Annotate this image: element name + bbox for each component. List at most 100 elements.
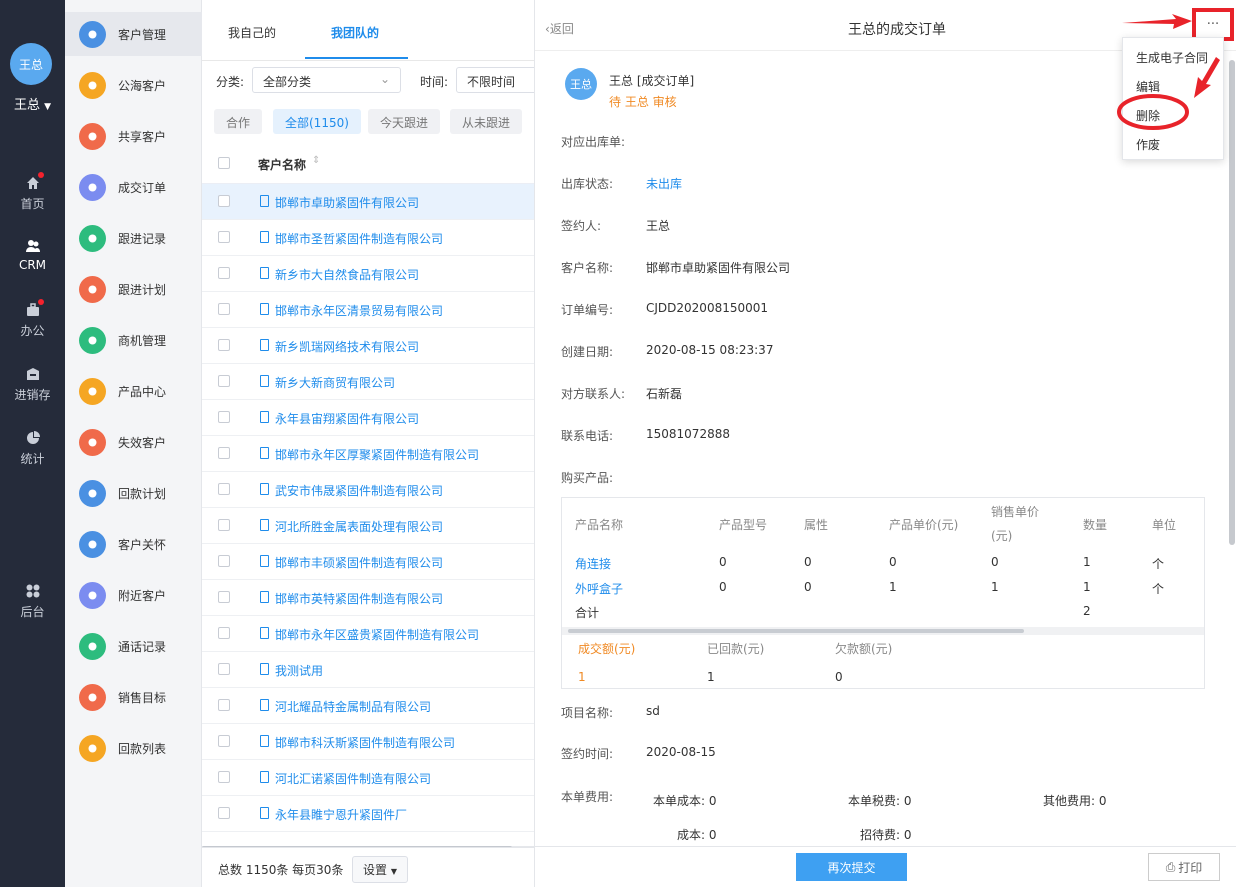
row-checkbox[interactable] [218, 699, 230, 711]
row-checkbox[interactable] [218, 303, 230, 315]
customer-name-link[interactable]: 河北耀品特金属制品有限公司 [275, 698, 431, 715]
menu-item-payment-plan[interactable]: 回款计划 [65, 471, 202, 515]
nav-inventory[interactable]: 进销存 [0, 366, 65, 403]
chip-today[interactable]: 今天跟进 [368, 109, 441, 134]
row-checkbox[interactable] [218, 411, 230, 423]
table-row[interactable]: 邯郸市圣哲紧固件制造有限公司 [202, 220, 534, 256]
menu-item-followup-record[interactable]: 跟进记录 [65, 216, 202, 260]
table-row[interactable]: 河北汇诺紧固件制造有限公司 [202, 760, 534, 796]
table-row[interactable]: 永年县宙翔紧固件有限公司 [202, 400, 534, 436]
customer-name-link[interactable]: 邯郸市英特紧固件制造有限公司 [275, 590, 443, 607]
row-checkbox[interactable] [218, 555, 230, 567]
customer-name-link[interactable]: 新乡凯瑞网络技术有限公司 [275, 338, 419, 355]
customer-name-link[interactable]: 武安市伟晟紧固件制造有限公司 [275, 482, 443, 499]
customer-name-link[interactable]: 新乡大新商贸有限公司 [275, 374, 395, 391]
customer-name-link[interactable]: 邯郸市永年区盛贵紧固件制造有限公司 [275, 626, 479, 643]
table-cell: 0 [804, 555, 812, 569]
table-row[interactable]: 永年县睢宁恩升紧固件厂 [202, 796, 534, 832]
chip-cooperate[interactable]: 合作 [214, 109, 263, 134]
row-checkbox[interactable] [218, 627, 230, 639]
customer-name-link[interactable]: 邯郸市永年区清景贸易有限公司 [275, 302, 443, 319]
category-select[interactable]: 全部分类 ⌄ [252, 67, 401, 93]
customer-name-link[interactable]: 河北汇诺紧固件制造有限公司 [275, 770, 431, 787]
table-scrollbar[interactable] [562, 627, 1204, 635]
menu-item-order[interactable]: 成交订单 [65, 165, 202, 209]
table-row[interactable]: 武安市伟晟紧固件制造有限公司 [202, 472, 534, 508]
nav-admin[interactable]: 后台 [0, 583, 65, 620]
row-checkbox[interactable] [218, 339, 230, 351]
menu-item-opportunity[interactable]: 商机管理 [65, 318, 202, 362]
menu-item-followup-plan[interactable]: 跟进计划 [65, 267, 202, 311]
table-row[interactable]: 河北耀品特金属制品有限公司 [202, 688, 534, 724]
document-icon [260, 591, 269, 603]
table-row[interactable]: 新乡大新商贸有限公司 [202, 364, 534, 400]
row-checkbox[interactable] [218, 231, 230, 243]
product-name-link[interactable]: 角连接 [575, 555, 611, 572]
row-checkbox[interactable] [218, 735, 230, 747]
chip-all[interactable]: 全部(1150) [273, 109, 361, 134]
nav-stats[interactable]: 统计 [0, 430, 65, 467]
menu-item-target[interactable]: 销售目标 [65, 675, 202, 719]
row-checkbox[interactable] [218, 591, 230, 603]
tab-mine[interactable]: 我自己的 [228, 24, 276, 41]
table-row[interactable]: 邯郸市永年区清景贸易有限公司 [202, 292, 534, 328]
nav-crm[interactable]: CRM [0, 238, 65, 272]
customer-name-link[interactable]: 邯郸市科沃斯紧固件制造有限公司 [275, 734, 455, 751]
table-row[interactable]: 邯郸市丰硕紧固件制造有限公司 [202, 544, 534, 580]
menu-item-product[interactable]: 产品中心 [65, 369, 202, 413]
table-row[interactable]: 邯郸市科沃斯紧固件制造有限公司 [202, 724, 534, 760]
table-row[interactable]: 邯郸市英特紧固件制造有限公司 [202, 580, 534, 616]
select-all-checkbox[interactable] [218, 157, 230, 169]
table-row[interactable]: 邯郸市卓助紧固件有限公司 [202, 184, 534, 220]
nav-home[interactable]: 首页 [0, 172, 65, 212]
menu-item-share-customer[interactable]: 共享客户 [65, 114, 202, 158]
resubmit-button[interactable]: 再次提交 [796, 853, 907, 881]
table-row[interactable]: 河北所胜金属表面处理有限公司 [202, 508, 534, 544]
customer-name-link[interactable]: 邯郸市丰硕紧固件制造有限公司 [275, 554, 443, 571]
table-row[interactable]: 新乡市大自然食品有限公司 [202, 256, 534, 292]
settings-dropdown[interactable]: 设置 ▼ [352, 856, 408, 883]
menu-item-customers[interactable]: 客户管理 [65, 12, 202, 56]
menu-item-public-customer[interactable]: 公海客户 [65, 63, 202, 107]
avatar[interactable]: 王总 [10, 43, 52, 85]
time-select[interactable]: 不限时间 [456, 67, 534, 93]
row-checkbox[interactable] [218, 267, 230, 279]
customer-name-link[interactable]: 邯郸市永年区厚聚紧固件制造有限公司 [275, 446, 479, 463]
field-value[interactable]: 未出库 [646, 175, 682, 192]
row-checkbox[interactable] [218, 663, 230, 675]
table-row[interactable]: 邯郸市永年区厚聚紧固件制造有限公司 [202, 436, 534, 472]
row-checkbox[interactable] [218, 447, 230, 459]
row-checkbox[interactable] [218, 771, 230, 783]
customers-icon [79, 20, 106, 48]
customer-name-link[interactable]: 永年县宙翔紧固件有限公司 [275, 410, 419, 427]
customer-name-link[interactable]: 永年县睢宁恩升紧固件厂 [275, 806, 407, 823]
customer-name-link[interactable]: 邯郸市圣哲紧固件制造有限公司 [275, 230, 443, 247]
menu-item-payment-list[interactable]: 回款列表 [65, 726, 202, 770]
menu-item-care[interactable]: 客户关怀 [65, 522, 202, 566]
row-checkbox[interactable] [218, 483, 230, 495]
row-checkbox[interactable] [218, 519, 230, 531]
menu-item-void[interactable]: 作废 [1136, 136, 1160, 153]
table-row[interactable]: 我测试用 [202, 652, 534, 688]
menu-item-phone[interactable]: 通话记录 [65, 624, 202, 668]
nav-inventory-label: 进销存 [14, 388, 51, 402]
table-row[interactable]: 新乡凯瑞网络技术有限公司 [202, 328, 534, 364]
customer-name-link[interactable]: 我测试用 [275, 662, 323, 679]
menu-item-warning[interactable]: 失效客户 [65, 420, 202, 464]
tab-team[interactable]: 我团队的 [331, 24, 379, 41]
customer-name-link[interactable]: 河北所胜金属表面处理有限公司 [275, 518, 443, 535]
sort-icon[interactable]: ⇕ [312, 155, 320, 166]
print-button[interactable]: ⎙ 打印 [1148, 853, 1220, 881]
nav-office[interactable]: 办公 [0, 299, 65, 339]
row-checkbox[interactable] [218, 375, 230, 387]
menu-item-location[interactable]: 附近客户 [65, 573, 202, 617]
customer-name-link[interactable]: 邯郸市卓助紧固件有限公司 [275, 194, 419, 211]
table-row[interactable]: 邯郸市永年区盛贵紧固件制造有限公司 [202, 616, 534, 652]
product-name-link[interactable]: 外呼盒子 [575, 580, 623, 597]
chip-never[interactable]: 从未跟进 [450, 109, 523, 134]
row-checkbox[interactable] [218, 195, 230, 207]
column-header-name[interactable]: 客户名称 [258, 156, 306, 173]
customer-name-link[interactable]: 新乡市大自然食品有限公司 [275, 266, 419, 283]
row-checkbox[interactable] [218, 807, 230, 819]
user-menu[interactable]: 王总 ▼ [0, 94, 65, 113]
